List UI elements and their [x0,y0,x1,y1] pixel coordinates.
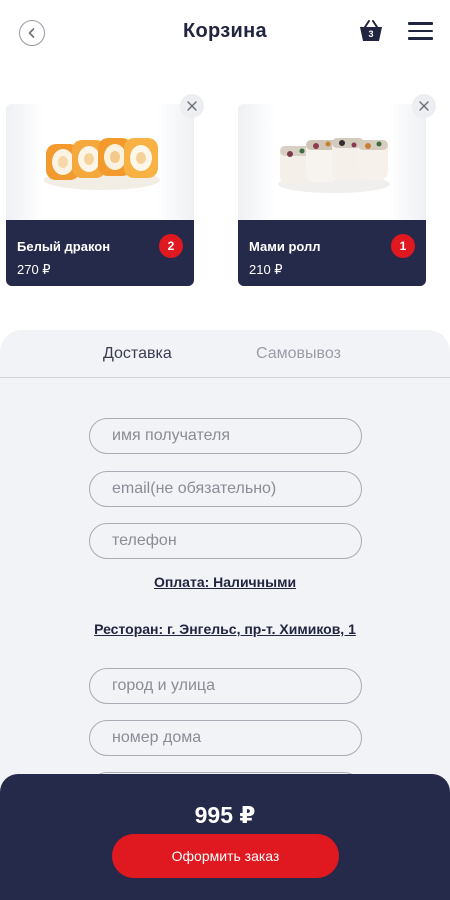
close-icon [187,101,197,111]
cart-button[interactable]: 3 [358,18,384,44]
order-form-panel: Доставка Самовывоз Оплата: Наличными Рес… [0,330,450,808]
tab-delivery[interactable]: Доставка [103,345,172,363]
menu-button[interactable] [408,22,433,40]
email-input[interactable] [89,471,362,507]
cart-item-price: 270 ₽ [17,262,51,277]
cart-item-quantity-badge: 2 [159,234,183,258]
sushi-roll-image [278,138,390,193]
phone-input[interactable] [89,523,362,559]
top-bar: Корзина 3 [0,0,450,66]
hamburger-menu-icon [408,22,433,25]
remove-item-button[interactable] [412,94,436,118]
product-image [238,104,426,220]
cart-item-quantity-badge: 1 [391,234,415,258]
payment-method-link[interactable]: Оплата: Наличными [0,574,450,590]
sushi-roll-image [44,138,160,190]
cart-item-card[interactable]: Мами ролл 210 ₽ 1 [238,104,426,286]
product-image [6,104,194,220]
cart-item-name: Мами ролл [249,239,321,254]
cart-item-name: Белый дракон [17,239,111,254]
cart-item-info: Мами ролл 210 ₽ 1 [238,220,426,286]
delivery-tabs: Доставка Самовывоз [0,330,450,378]
order-total: 995 ₽ [194,802,256,828]
checkout-bar: 995 ₽ Оформить заказ [0,774,450,900]
checkout-button[interactable]: Оформить заказ [112,834,339,878]
house-number-input[interactable] [89,720,362,756]
remove-item-button[interactable] [180,94,204,118]
cart-item-price: 210 ₽ [249,262,283,277]
cart-item-info: Белый дракон 270 ₽ 2 [6,220,194,286]
recipient-name-input[interactable] [89,418,362,454]
restaurant-link[interactable]: Ресторан: г. Энгельс, пр-т. Химиков, 1 [0,621,450,637]
cart-item-card[interactable]: Белый дракон 270 ₽ 2 [6,104,194,286]
close-icon [419,101,429,111]
tab-pickup[interactable]: Самовывоз [256,345,341,363]
street-input[interactable] [89,668,362,704]
cart-count-badge: 3 [368,29,374,39]
